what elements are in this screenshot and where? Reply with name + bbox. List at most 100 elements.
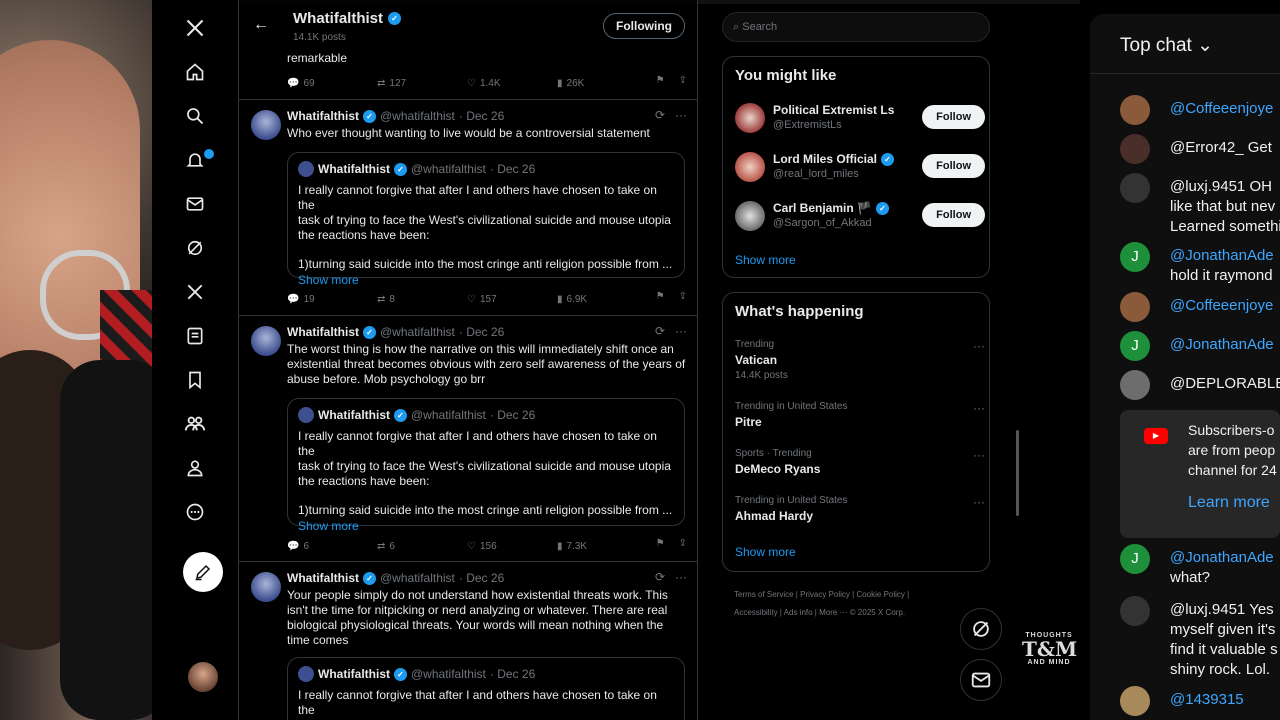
- more-dots-icon[interactable]: ···: [675, 570, 687, 584]
- bookmark-icon[interactable]: ⚑: [656, 291, 665, 307]
- repost-button[interactable]: ⇄ 8: [377, 291, 467, 307]
- reply-button[interactable]: 💬 69: [287, 75, 377, 91]
- repost-button[interactable]: ⇄ 6: [377, 538, 467, 554]
- footer-link[interactable]: Privacy Policy: [800, 590, 850, 599]
- show-more-link[interactable]: Show more: [735, 253, 796, 267]
- following-button[interactable]: Following: [603, 13, 685, 39]
- home-icon[interactable]: [182, 59, 208, 85]
- more-dots-icon[interactable]: ···: [973, 401, 985, 415]
- messages-icon[interactable]: [182, 191, 208, 217]
- more-dots-icon[interactable]: ···: [973, 448, 985, 462]
- quote-avatar: [298, 407, 314, 423]
- tweet[interactable]: Whatifalthist ✓ @whatifalthist · Dec 26 …: [239, 315, 697, 561]
- profile-icon[interactable]: [182, 455, 208, 481]
- trend-item[interactable]: Trending in United States Pitre ···: [735, 401, 985, 429]
- share-icon[interactable]: ⇪: [679, 291, 687, 307]
- search-input[interactable]: ⌕ Search: [722, 12, 990, 42]
- footer-link[interactable]: Terms of Service: [734, 590, 794, 599]
- chat-header[interactable]: Top chat ⌄: [1090, 14, 1280, 74]
- messages-fab[interactable]: [960, 659, 1002, 701]
- footer-link[interactable]: Accessibility: [734, 608, 778, 617]
- more-dots-icon[interactable]: ···: [973, 495, 985, 509]
- bookmarks-icon[interactable]: [182, 367, 208, 393]
- repost-button[interactable]: ⇄ 127: [377, 75, 467, 91]
- tweet-handle[interactable]: @whatifalthist: [380, 109, 455, 123]
- premium-x-icon[interactable]: [182, 279, 208, 305]
- page-scrollbar[interactable]: [1016, 430, 1019, 516]
- like-button[interactable]: ♡ 157: [467, 291, 557, 307]
- trend-item[interactable]: Sports · Trending DeMeco Ryans ···: [735, 448, 985, 476]
- trend-item[interactable]: Trending in United States Ahmad Hardy ··…: [735, 495, 985, 523]
- quoted-tweet[interactable]: Whatifalthist ✓ @whatifalthist · Dec 26 …: [287, 398, 685, 533]
- account-avatar[interactable]: [188, 662, 218, 692]
- user-handle: @Sargon_of_Akkad: [773, 217, 872, 229]
- tweet-avatar[interactable]: [251, 110, 281, 140]
- tweet[interactable]: Whatifalthist ✓ @whatifalthist · Dec 26 …: [239, 561, 697, 720]
- search-icon: ⌕: [733, 21, 740, 33]
- trend-item[interactable]: Trending Vatican 14.4K posts ···: [735, 339, 985, 381]
- tweet-author[interactable]: Whatifalthist: [287, 571, 359, 585]
- like-button[interactable]: ♡ 1.4K: [467, 75, 557, 91]
- reply-button[interactable]: 💬 6: [287, 538, 377, 554]
- footer-link[interactable]: More ···: [819, 608, 847, 617]
- tweet-date[interactable]: · Dec 26: [459, 571, 504, 585]
- more-icon[interactable]: [182, 499, 208, 525]
- communities-icon[interactable]: [182, 411, 208, 437]
- tweet[interactable]: Whatifalthist ✓ @whatifalthist · Dec 26 …: [239, 99, 697, 314]
- post-button[interactable]: [183, 552, 223, 592]
- back-arrow-icon[interactable]: ←: [253, 16, 269, 34]
- like-button[interactable]: ♡ 156: [467, 538, 557, 554]
- share-icon[interactable]: ⇪: [679, 538, 687, 554]
- views-button[interactable]: ▮ 26K: [557, 75, 647, 91]
- verified-badge-icon: ✓: [875, 201, 889, 215]
- more-dots-icon[interactable]: ···: [675, 324, 687, 338]
- x-logo-icon[interactable]: [182, 15, 208, 41]
- lists-icon[interactable]: [182, 323, 208, 349]
- grok-icon[interactable]: ⟳: [655, 108, 665, 122]
- show-more-link[interactable]: Show more: [298, 519, 674, 533]
- views-button[interactable]: ▮ 6.9K: [557, 291, 647, 307]
- show-more-link[interactable]: Show more: [735, 545, 796, 559]
- tweet-date[interactable]: · Dec 26: [459, 109, 504, 123]
- search-icon[interactable]: [182, 103, 208, 129]
- tweet-avatar[interactable]: [251, 326, 281, 356]
- channel-watermark: THOUGHTS T&M AND MIND: [1022, 632, 1077, 672]
- grok-icon[interactable]: ⟳: [655, 324, 665, 338]
- follow-button[interactable]: Follow: [922, 154, 985, 178]
- follow-button[interactable]: Follow: [922, 105, 985, 129]
- tweet-header: Whatifalthist ✓ @whatifalthist · Dec 26: [287, 325, 504, 339]
- tweet-avatar[interactable]: [251, 572, 281, 602]
- suggested-user[interactable]: Carl Benjamin 🏴 ✓ @Sargon_of_Akkad Follow: [735, 199, 985, 233]
- reply-count: 19: [303, 293, 315, 305]
- grok-icon[interactable]: [182, 235, 208, 261]
- tweet-handle[interactable]: @whatifalthist: [380, 325, 455, 339]
- tweet-line: The worst thing is how the narrative on …: [287, 342, 674, 356]
- tweet-date[interactable]: · Dec 26: [459, 325, 504, 339]
- tweet-handle[interactable]: @whatifalthist: [380, 571, 455, 585]
- suggested-user[interactable]: Political Extremist Ls @ExtremistLs Foll…: [735, 101, 985, 135]
- more-dots-icon[interactable]: ···: [973, 339, 985, 353]
- grok-icon[interactable]: ⟳: [655, 570, 665, 584]
- grok-fab[interactable]: [960, 608, 1002, 650]
- bookmark-icon[interactable]: ⚑: [656, 75, 665, 91]
- share-icon[interactable]: ⇪: [679, 75, 687, 91]
- quoted-tweet[interactable]: Whatifalthist ✓ @whatifalthist · Dec 26 …: [287, 152, 685, 287]
- footer-link[interactable]: Cookie Policy: [856, 590, 904, 599]
- screen: ← Whatifalthist ✓ 14.1K posts Following …: [0, 0, 1280, 720]
- learn-more-link[interactable]: Learn more: [1188, 494, 1270, 512]
- quoted-tweet[interactable]: Whatifalthist ✓ @whatifalthist · Dec 26 …: [287, 657, 685, 720]
- tweet-author[interactable]: Whatifalthist: [287, 109, 359, 123]
- show-more-link[interactable]: Show more: [298, 273, 674, 287]
- follow-button[interactable]: Follow: [922, 203, 985, 227]
- more-dots-icon[interactable]: ···: [675, 108, 687, 122]
- left-nav: [152, 0, 238, 720]
- footer-link[interactable]: Ads info: [784, 608, 813, 617]
- views-button[interactable]: ▮ 7.3K: [557, 538, 647, 554]
- reply-count: 6: [303, 540, 310, 552]
- reply-button[interactable]: 💬 19: [287, 291, 377, 307]
- chat-avatar: [1120, 95, 1150, 125]
- tweet-author[interactable]: Whatifalthist: [287, 325, 359, 339]
- suggested-user[interactable]: Lord Miles Official ✓ @real_lord_miles Fo…: [735, 150, 985, 184]
- chat-text: Get: [1247, 139, 1272, 156]
- bookmark-icon[interactable]: ⚑: [656, 538, 665, 554]
